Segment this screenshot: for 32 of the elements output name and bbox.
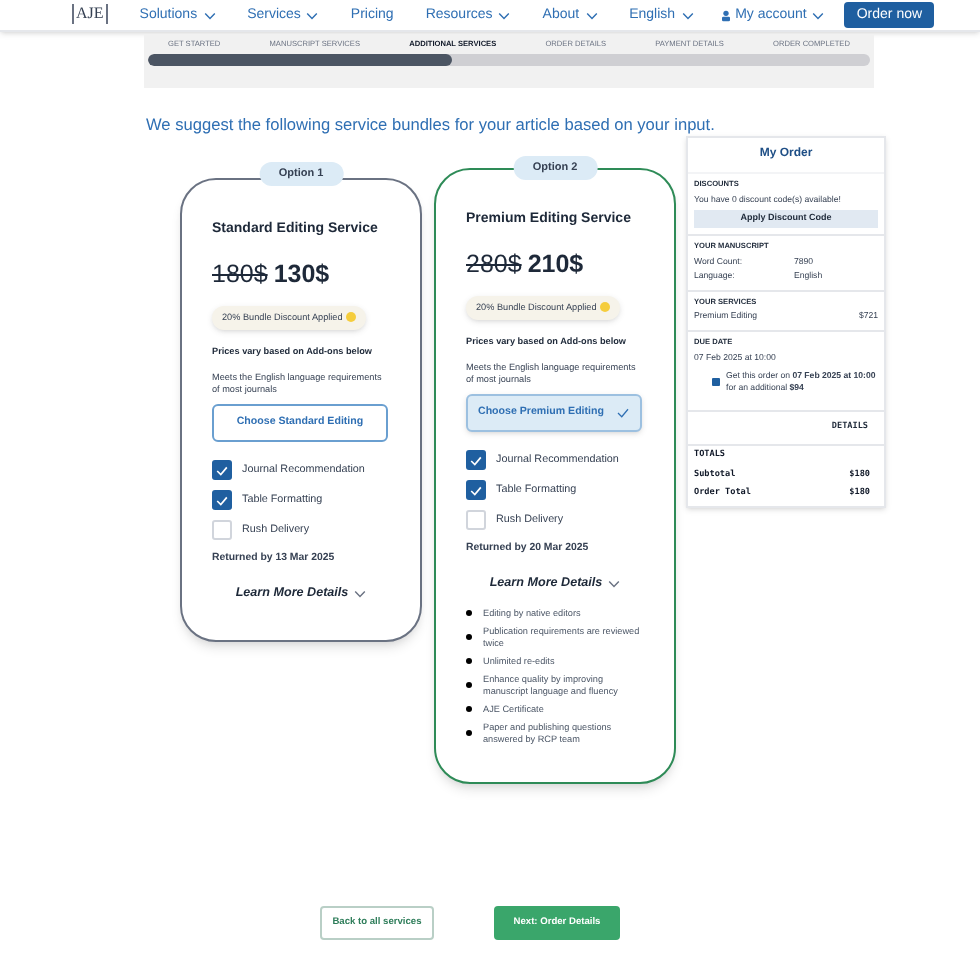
bullet-icon: [466, 610, 471, 616]
checkbox[interactable]: [212, 520, 232, 541]
price: 210$: [527, 249, 584, 277]
old-price: 280$: [466, 249, 522, 277]
checkbox[interactable]: [466, 450, 486, 471]
checkmark-icon: [615, 408, 630, 419]
chevron-down-icon: [812, 12, 825, 20]
chevron-down-icon: [354, 589, 367, 598]
chevron-down-icon: [306, 12, 319, 20]
option-card[interactable]: [180, 178, 422, 642]
bullet-icon: [466, 706, 471, 712]
chevron-down-icon: [498, 12, 511, 20]
old-price: 180$: [212, 259, 268, 287]
bulb-icon: [600, 302, 611, 313]
checkbox[interactable]: [712, 377, 720, 386]
headline: We suggest the following service bundles for your article based on your input.: [146, 112, 715, 136]
bullet-icon: [466, 730, 471, 736]
checkbox[interactable]: [212, 490, 232, 511]
user-icon: [721, 10, 730, 22]
checkbox[interactable]: [212, 460, 232, 481]
chevron-down-icon: [585, 12, 598, 20]
bulb-icon: [346, 312, 357, 323]
price: 130$: [273, 259, 330, 287]
logo[interactable]: AJE: [72, 4, 108, 24]
chevron-down-icon: [203, 12, 216, 20]
checkbox[interactable]: [466, 510, 486, 531]
checkbox[interactable]: [466, 480, 486, 501]
bullet-icon: [466, 658, 471, 664]
bullet-icon: [466, 634, 471, 640]
chevron-down-icon: [608, 579, 621, 588]
chevron-down-icon: [681, 12, 694, 20]
bullet-icon: [466, 682, 471, 688]
